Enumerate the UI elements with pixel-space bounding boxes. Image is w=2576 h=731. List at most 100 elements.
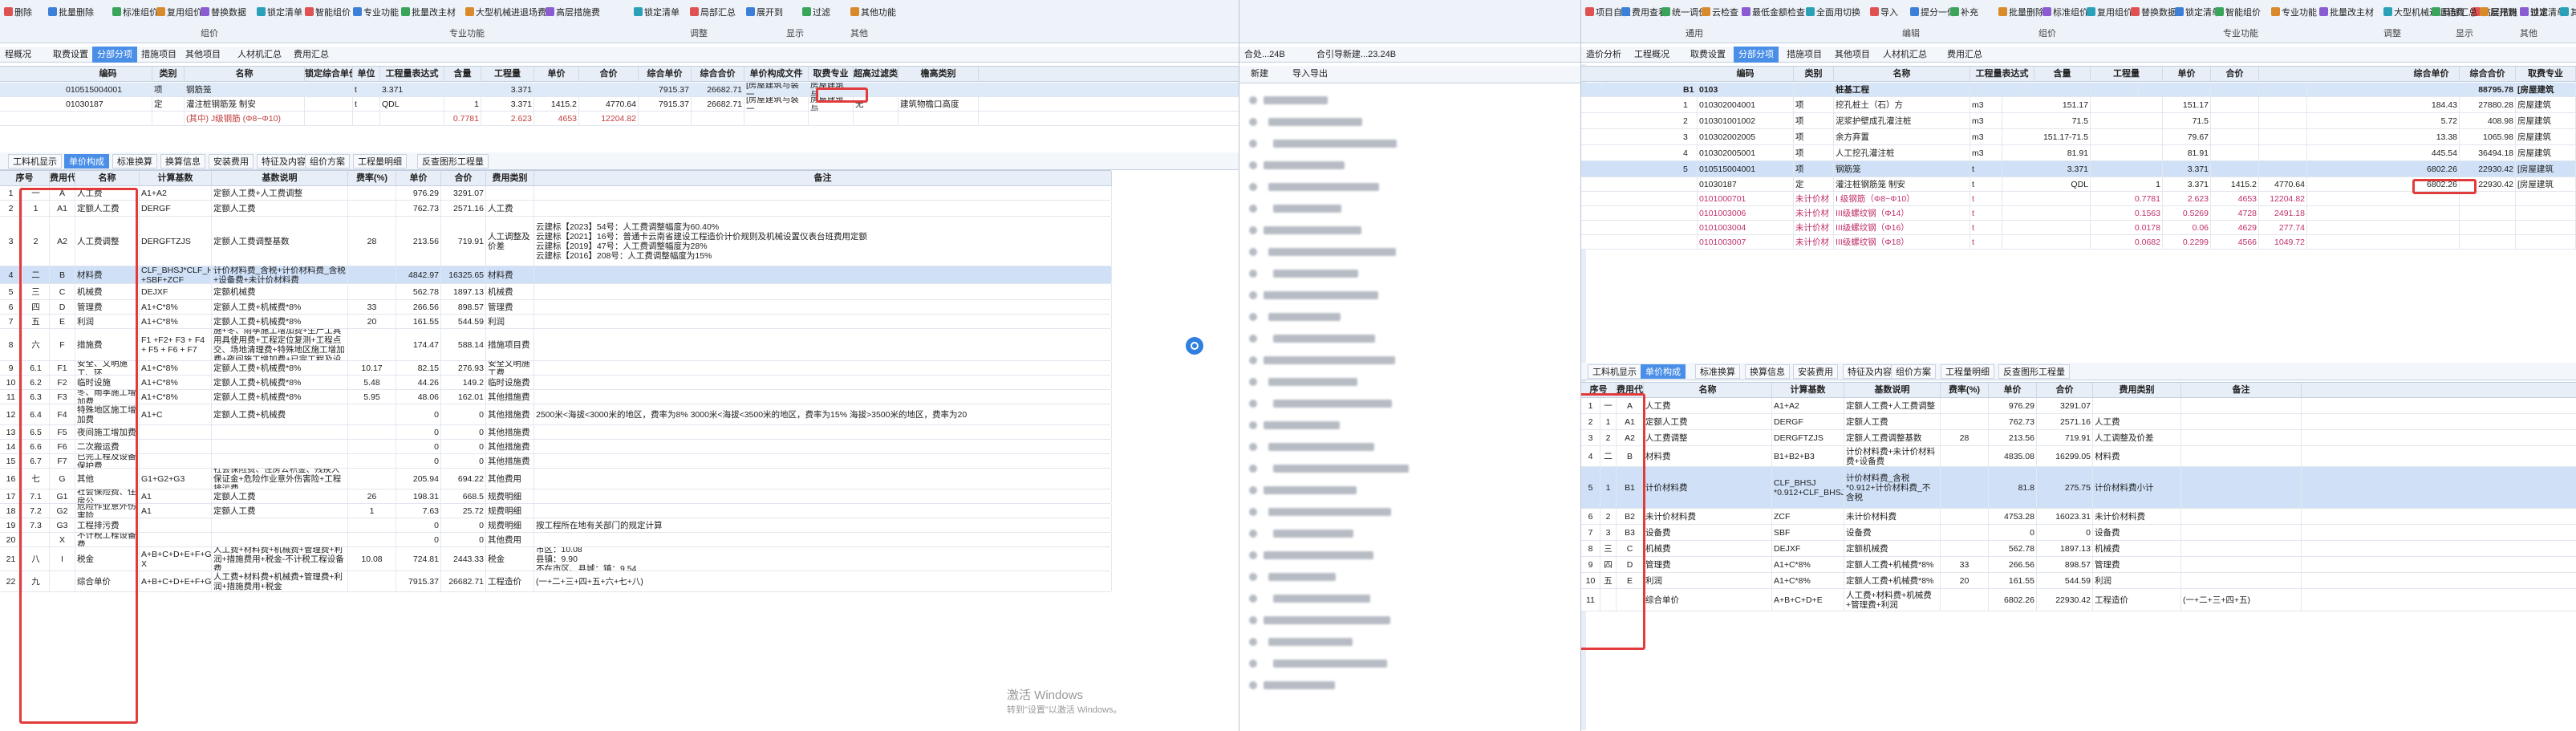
subtab-8[interactable]: 反查图形工程量 xyxy=(1998,364,2070,379)
ribbon-button[interactable]: 过滤 xyxy=(2520,5,2548,21)
ribbon-button[interactable]: 锁定清单 xyxy=(634,5,679,21)
ribbon-button[interactable]: 其他功能 xyxy=(2560,5,2576,21)
subtab-4[interactable]: 安装费用 xyxy=(209,154,254,169)
column-header[interactable]: 名称 xyxy=(1834,67,1970,82)
table-row[interactable]: 0101003006 未计价材 III级螺纹钢（Φ14） t 0.1563 0.5269 4… xyxy=(1581,206,2576,221)
tab-3[interactable]: 措施项目 xyxy=(136,47,181,63)
column-header[interactable]: 名称 xyxy=(185,67,305,82)
table-row[interactable]: 6 四 D 管理费 A1+C*8% 定额人工费+机械费*8% 33 266.56 898.57 管… xyxy=(0,300,1112,315)
column-header[interactable]: 取费专业 xyxy=(2516,67,2576,82)
column-header[interactable]: 名称 xyxy=(1644,383,1772,398)
ribbon-button[interactable]: 补充 xyxy=(1950,5,1978,21)
blurred-list-item[interactable] xyxy=(1268,573,1336,581)
ribbon-button[interactable]: 提分一体 xyxy=(1910,5,1956,21)
ribbon-button[interactable]: 云检查 xyxy=(1702,5,1738,21)
tab-5[interactable]: 其他项目 xyxy=(1830,47,1875,63)
table-row[interactable]: 19 7.3 G3 工程排污费 0 0 规费明细 按工程所在地有关部门的规定计算 xyxy=(0,518,1112,533)
subtab-6[interactable]: 组价方案 xyxy=(1891,364,1936,379)
ribbon-button[interactable]: 复用组价 xyxy=(156,5,202,21)
column-header[interactable]: 单价构成文件 xyxy=(744,67,809,82)
table-row[interactable]: 3 010302002005 项余方弃置 m3 151.17-71.5 79.67 13.3… xyxy=(1581,129,2576,145)
table-row[interactable]: 01030187 定灌注桩钢筋笼 制安 t QDL 1 3.371 1415.2 4770.6… xyxy=(1581,177,2576,192)
column-header[interactable]: 计算基数 xyxy=(1772,383,1844,398)
table-row[interactable]: 4 二 B 材料费 B1+B2+B3 计价材料费+未计价材料费+设备费 4835.08 162… xyxy=(1581,446,2576,467)
table-row[interactable]: 11 综合单价 A+B+C+D+E 人工费+材料费+机械费+管理费+利润 6802.26… xyxy=(1581,589,2576,611)
table-row[interactable]: 14 6.6 F6 二次搬运费 0 0 其他措施费 xyxy=(0,440,1112,454)
blurred-list-item[interactable] xyxy=(1264,486,1357,494)
subtab-8[interactable]: 反查图形工程量 xyxy=(417,154,489,169)
subtab-3[interactable]: 换算信息 xyxy=(160,154,205,169)
ribbon-button[interactable]: 过滤 xyxy=(802,5,830,21)
table-row[interactable]: 7 五 E 利润 A1+C*8% 定额人工费+机械费*8% 20 161.55 544.59 利润 xyxy=(0,315,1112,329)
column-header[interactable]: 工程量 xyxy=(481,67,534,82)
column-header[interactable]: 费率(%) xyxy=(1941,383,1989,398)
tab-1[interactable]: 取费设置 xyxy=(48,47,93,63)
ribbon-button[interactable]: 锁定清单 xyxy=(257,5,302,21)
table-row[interactable]: 13 6.5 F5 夜间施工增加费 0 0 其他措施费 xyxy=(0,425,1112,440)
ribbon-button[interactable]: 删除 xyxy=(4,5,32,21)
column-header[interactable]: 基数说明 xyxy=(212,171,348,186)
tab-5[interactable]: 人材机汇总 xyxy=(233,47,286,63)
blurred-list-item[interactable] xyxy=(1268,118,1362,126)
table-row[interactable]: 010515004001 项钢筋笼 t 3.371 3.371 7915.37 26682.… xyxy=(0,83,1239,97)
column-header[interactable]: 基数说明 xyxy=(1844,383,1941,398)
blurred-list-item[interactable] xyxy=(1264,616,1390,624)
blurred-list-item[interactable] xyxy=(1264,161,1345,169)
ribbon-button[interactable]: 标准组价 xyxy=(2043,5,2088,21)
column-header[interactable]: 含量 xyxy=(2034,67,2091,82)
column-header[interactable]: 取费专业 xyxy=(809,67,854,82)
column-header[interactable]: 合价 xyxy=(2037,383,2093,398)
table-row[interactable]: 17 7.1 G1 社会保险费、住房公... A1 定额人工费 26 198.31 668.5 规… xyxy=(0,489,1112,504)
blurred-list-item[interactable] xyxy=(1268,248,1396,256)
ribbon-button[interactable]: 批量删除 xyxy=(1998,5,2044,21)
blurred-list-item[interactable] xyxy=(1268,508,1391,516)
subtab-7[interactable]: 工程量明细 xyxy=(1941,364,1994,379)
column-header[interactable]: 合价 xyxy=(2211,67,2259,82)
blurred-list-item[interactable] xyxy=(1268,443,1374,451)
table-row[interactable]: 3 2 A2 人工费调整 DERGFTZJS 定额人工费调整基数 28 213.56 719.9… xyxy=(0,217,1112,266)
table-row[interactable]: 4二B材料费CLF_BHSJ*CLF_HSJ +SBF+ZCF计价材料费_含税+… xyxy=(0,266,1112,284)
table-row[interactable]: 5 三 C 机械费 DEJXF 定额机械费 562.78 1897.13 机械费 xyxy=(0,284,1112,300)
ribbon-button[interactable]: 全面用切换 xyxy=(1806,5,1860,21)
column-header[interactable]: 费率(%) xyxy=(348,171,396,186)
table-row[interactable]: 0101003004 未计价材 III级螺纹钢（Φ16） t 0.0178 0.06 462… xyxy=(1581,221,2576,235)
middle-tool-1[interactable]: 导入导出 xyxy=(1288,66,1333,82)
table-row[interactable]: 15 6.7 F7 已完工程及设备保护费 0 0 其他措施费 xyxy=(0,454,1112,469)
ribbon-button[interactable]: 专业功能 xyxy=(353,5,399,21)
ribbon-button[interactable]: 其他功能 xyxy=(850,5,896,21)
section-row[interactable]: B1 0103 桩基工程 88795.78 [房屋建筑 xyxy=(1581,83,2576,97)
float-helper-icon[interactable] xyxy=(1186,337,1203,355)
table-row[interactable]: 2 1 A1 定额人工费 DERGF 定额人工费 762.73 2571.16 人工费 xyxy=(0,201,1112,217)
blurred-list-item[interactable] xyxy=(1264,421,1340,429)
column-header[interactable]: 工程量 xyxy=(2091,67,2163,82)
column-header[interactable]: 费用类别 xyxy=(486,171,534,186)
subtab-0[interactable]: 工料机显示 xyxy=(1588,364,1641,379)
table-row[interactable]: 18 7.2 G2 危险作业意外伤害险 A1 定额人工费 1 7.63 25.72 规费明细 xyxy=(0,504,1112,518)
blurred-list-item[interactable] xyxy=(1273,660,1387,668)
table-row[interactable]: 0101003007 未计价材 III级螺纹钢（Φ18） t 0.0682 0.2299 4… xyxy=(1581,235,2576,250)
table-row[interactable]: 8六F措施费F1 +F2+ F3 + F4 + F5 + F6 + F7安全、文… xyxy=(0,329,1112,361)
table-row[interactable]: 6 2 B2 未计价材料费 ZCF 未计价材料费 4753.28 16023.31 未计价材料费 xyxy=(1581,509,2576,525)
ribbon-button[interactable]: 替换数据 xyxy=(201,5,246,21)
column-header[interactable]: 类别 xyxy=(152,67,185,82)
table-row[interactable]: 7 3 B3 设备费 SBF 设备费 0 0 设备费 xyxy=(1581,525,2576,541)
column-header[interactable]: 综合单价 xyxy=(639,67,692,82)
blurred-list-item[interactable] xyxy=(1273,205,1341,213)
table-row[interactable]: 2 1 A1 定额人工费 DERGF 定额人工费 762.73 2571.16 人工费 xyxy=(1581,414,2576,430)
ribbon-button[interactable]: 批量删除 xyxy=(48,5,94,21)
column-header[interactable]: 单价 xyxy=(1989,383,2037,398)
subtab-6[interactable]: 组价方案 xyxy=(305,154,350,169)
blurred-list-item[interactable] xyxy=(1268,313,1341,321)
blurred-list-item[interactable] xyxy=(1264,551,1373,559)
tab-2[interactable]: 取费设置 xyxy=(1686,47,1730,63)
column-header[interactable]: 编码 xyxy=(1698,67,1794,82)
ribbon-button[interactable]: 大型机械进退场费 xyxy=(465,5,546,21)
column-header[interactable]: 檐高类别 xyxy=(899,67,979,82)
ribbon-button[interactable]: 展开到 xyxy=(746,5,783,21)
blurred-list-item[interactable] xyxy=(1264,96,1328,104)
ribbon-button[interactable]: 锁定清单 xyxy=(2175,5,2221,21)
table-row[interactable]: 10 6.2 F2 临时设施 A1+C*8% 定额人工费+机械费*8% 5.48 44.26 1… xyxy=(0,376,1112,390)
table-row[interactable]: 1 一 A 人工费 A1+A2 定额人工费+人工费调整 976.29 3291.07 xyxy=(1581,398,2576,414)
table-row[interactable]: 8 三 C 机械费 DEJXF 定额机械费 562.78 1897.13 机械费 xyxy=(1581,541,2576,557)
subtab-2[interactable]: 标准换算 xyxy=(112,154,157,169)
